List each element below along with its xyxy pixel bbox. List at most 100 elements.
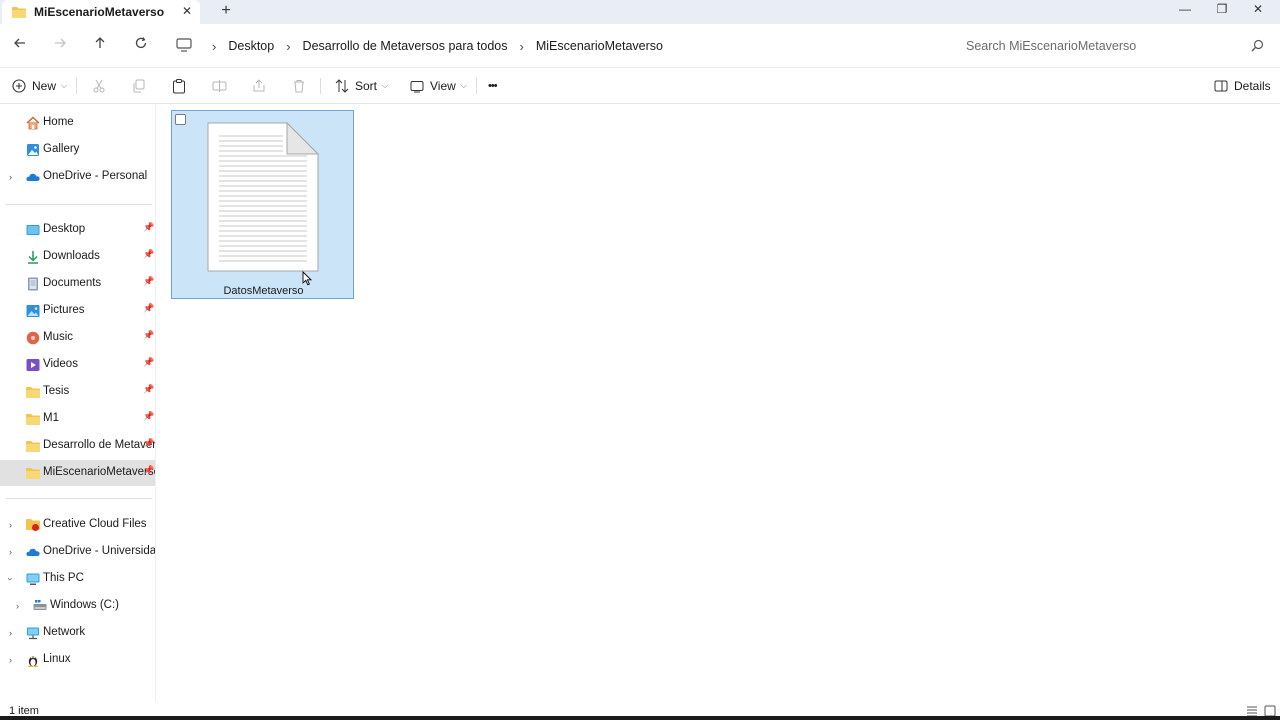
sidebar-item-desktop[interactable]: Desktop 📌 <box>0 217 155 243</box>
separator <box>76 78 77 94</box>
sidebar-item-linux[interactable]: › Linux <box>0 647 155 673</box>
sidebar-item-label: M1 <box>43 412 59 424</box>
sidebar-item-m1[interactable]: M1 📌 <box>0 406 155 432</box>
chevron-right-icon[interactable]: › <box>16 601 19 611</box>
details-button[interactable]: Details <box>1214 76 1271 96</box>
text-document-icon <box>207 122 319 272</box>
clipboard-icon <box>173 78 185 93</box>
delete-button[interactable] <box>292 76 306 96</box>
maximize-button[interactable]: ❐ <box>1212 2 1232 20</box>
view-button-label: View <box>430 79 456 93</box>
sidebar-item-creative-cloud[interactable]: › Creative Cloud Files <box>0 512 155 538</box>
forward-button[interactable] <box>50 36 70 56</box>
pin-icon[interactable]: 📌 <box>143 438 154 449</box>
back-button[interactable] <box>10 36 30 56</box>
sidebar-item-label: This PC <box>43 572 84 584</box>
pin-icon[interactable]: 📌 <box>143 357 154 368</box>
sidebar-divider <box>6 204 152 205</box>
file-name: DatosMetaverso <box>223 285 304 297</box>
minimize-button[interactable]: — <box>1175 2 1195 20</box>
chevron-right-icon[interactable]: › <box>9 655 12 665</box>
copy-icon <box>133 79 145 93</box>
view-button[interactable]: View ⌵ <box>410 76 467 96</box>
sidebar-item-home[interactable]: Home <box>0 110 155 136</box>
sidebar-item-documents[interactable]: Documents 📌 <box>0 271 155 297</box>
cut-button[interactable] <box>92 76 106 96</box>
breadcrumb-item-desktop[interactable]: Desktop <box>228 39 274 53</box>
title-bar: MiEscenarioMetaverso ✕ + — ❐ ✕ <box>0 0 1280 24</box>
chevron-right-icon[interactable]: › <box>9 628 12 638</box>
monitor-icon[interactable] <box>176 38 192 55</box>
new-button-label: New <box>32 79 57 93</box>
sort-icon <box>335 79 349 93</box>
sidebar-item-label: Home <box>43 116 74 128</box>
pc-icon <box>26 573 40 585</box>
sidebar-item-onedrive-personal[interactable]: › OneDrive - Personal <box>0 164 155 190</box>
search-box[interactable] <box>952 32 1272 60</box>
sidebar-item-label: Documents <box>43 277 102 289</box>
sidebar-item-music[interactable]: Music 📌 <box>0 325 155 351</box>
arrow-up-icon <box>95 37 105 48</box>
chevron-right-icon[interactable]: › <box>9 547 12 557</box>
tab-close-icon[interactable]: ✕ <box>182 4 192 18</box>
pin-icon[interactable]: 📌 <box>143 384 154 395</box>
pin-icon[interactable]: 📌 <box>143 276 154 287</box>
new-button[interactable]: New ⌵ <box>12 76 67 96</box>
separator <box>476 78 477 94</box>
pin-icon[interactable]: 📌 <box>143 303 154 314</box>
sidebar-item-pictures[interactable]: Pictures 📌 <box>0 298 155 324</box>
pin-icon[interactable]: 📌 <box>143 465 154 476</box>
chevron-right-icon[interactable]: › <box>9 520 12 530</box>
sidebar-item-label: Downloads <box>43 250 100 262</box>
sidebar-item-label: Network <box>43 626 86 638</box>
pin-icon[interactable]: 📌 <box>143 411 154 422</box>
home-icon <box>26 116 40 130</box>
sidebar-item-tesis[interactable]: Tesis 📌 <box>0 379 155 405</box>
chevron-down-icon: ⌵ <box>460 81 467 90</box>
search-icon[interactable] <box>1251 39 1264 52</box>
share-button[interactable] <box>252 76 266 96</box>
breadcrumb: › Desktop › Desarrollo de Metaversos par… <box>200 34 663 58</box>
scissors-icon <box>93 79 105 93</box>
more-options-button[interactable]: ••• <box>488 76 498 96</box>
new-tab-button[interactable]: + <box>216 2 236 20</box>
breadcrumb-item-current[interactable]: MiEscenarioMetaverso <box>536 39 663 53</box>
music-icon <box>26 331 40 345</box>
file-item[interactable]: DatosMetaverso <box>171 110 354 299</box>
sidebar-item-this-pc[interactable]: › This PC <box>0 566 155 592</box>
breadcrumb-item-desarrollo[interactable]: Desarrollo de Metaversos para todos <box>303 39 508 53</box>
rename-button[interactable] <box>212 76 227 96</box>
sidebar-item-miescenario[interactable]: MiEscenarioMetaversc 📌 <box>0 460 155 486</box>
sidebar-item-network[interactable]: › Network <box>0 620 155 646</box>
pictures-icon <box>26 305 40 317</box>
search-input[interactable] <box>966 39 1246 53</box>
sidebar-item-desarrollo[interactable]: Desarrollo de Metaver 📌 <box>0 433 155 459</box>
tab-active[interactable]: MiEscenarioMetaverso ✕ <box>2 0 200 24</box>
folder-icon <box>26 468 40 479</box>
sidebar-item-label: MiEscenarioMetaversc <box>43 466 155 478</box>
file-select-checkbox[interactable] <box>175 114 186 125</box>
sort-button[interactable]: Sort ⌵ <box>335 76 388 96</box>
arrow-right-icon <box>55 38 66 48</box>
sidebar-item-onedrive-universidad[interactable]: › OneDrive - Universidad d <box>0 539 155 565</box>
sidebar-item-downloads[interactable]: Downloads 📌 <box>0 244 155 270</box>
copy-button[interactable] <box>132 76 146 96</box>
pin-icon[interactable]: 📌 <box>143 249 154 260</box>
sidebar-item-windows-c[interactable]: › Windows (C:) <box>0 593 155 619</box>
close-window-button[interactable]: ✕ <box>1248 2 1268 20</box>
pin-icon[interactable]: 📌 <box>143 222 154 233</box>
chevron-down-icon[interactable]: › <box>6 578 16 581</box>
folder-icon <box>26 387 40 398</box>
paste-button[interactable] <box>172 76 186 96</box>
chevron-right-icon[interactable]: › <box>9 172 12 182</box>
sidebar-item-videos[interactable]: Videos 📌 <box>0 352 155 378</box>
sidebar-item-gallery[interactable]: Gallery <box>0 137 155 163</box>
sidebar-item-label: Creative Cloud Files <box>43 518 147 530</box>
gallery-icon <box>27 144 39 156</box>
trash-icon <box>294 80 304 93</box>
refresh-button[interactable] <box>131 36 151 56</box>
pin-icon[interactable]: 📌 <box>143 330 154 341</box>
up-button[interactable] <box>90 36 110 56</box>
sidebar-item-label: Desktop <box>43 223 86 235</box>
file-list-area[interactable]: DatosMetaverso <box>157 104 1280 702</box>
